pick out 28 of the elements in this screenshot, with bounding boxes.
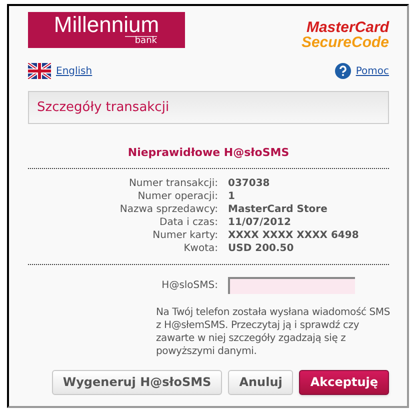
secondary-button[interactable]: Anuluj (228, 370, 294, 394)
logo-subtitle: bank (124, 36, 157, 46)
error-message: Nieprawidłowe H@słoSMS (128, 145, 290, 161)
field-label: H@sloSMS: (160, 278, 218, 292)
detail-label: Kwota: (182, 242, 218, 254)
detail-label: Numer karty: (152, 228, 218, 242)
card-logo-text: MasterCard (306, 20, 389, 35)
flag-icon (28, 63, 51, 79)
card-logo-subtext: SecureCode (301, 35, 389, 50)
sms-code-field[interactable] (228, 276, 355, 294)
help-icon (334, 63, 351, 79)
detail-label: Nazwa sprzedawcy: (118, 202, 218, 216)
secondary-button[interactable]: Wygeneruj H@słoSMS (52, 370, 222, 394)
detail-label: Numer transakcji: (128, 176, 218, 190)
detail-label: Data i czas: (158, 216, 218, 228)
logo-name: Millennium (54, 14, 160, 36)
info-text: Na Twój telefon została wysłana wiadomość SMS z H@słemSMS. Przeczytaj ją i sprawdź czy zawarte w niej szczegóły zgadzają się z powyższymi danymi. (156, 306, 390, 358)
help-link[interactable]: Pomoc (356, 64, 389, 78)
detail-value: MasterCard Store (228, 202, 328, 216)
detail-value: USD 200.50 (228, 242, 295, 254)
detail-value: 11/07/2012 (228, 216, 292, 228)
detail-value: XXXX XXXX XXXX 6498 (228, 228, 360, 242)
accept-button[interactable]: Akceptuję (299, 370, 389, 394)
detail-value: 037038 (228, 176, 271, 190)
detail-value: 1 (228, 190, 236, 202)
language-link[interactable]: English (56, 64, 92, 78)
section-title: Szczegóły transakcji (37, 98, 170, 117)
detail-label: Numer operacji: (136, 190, 218, 202)
